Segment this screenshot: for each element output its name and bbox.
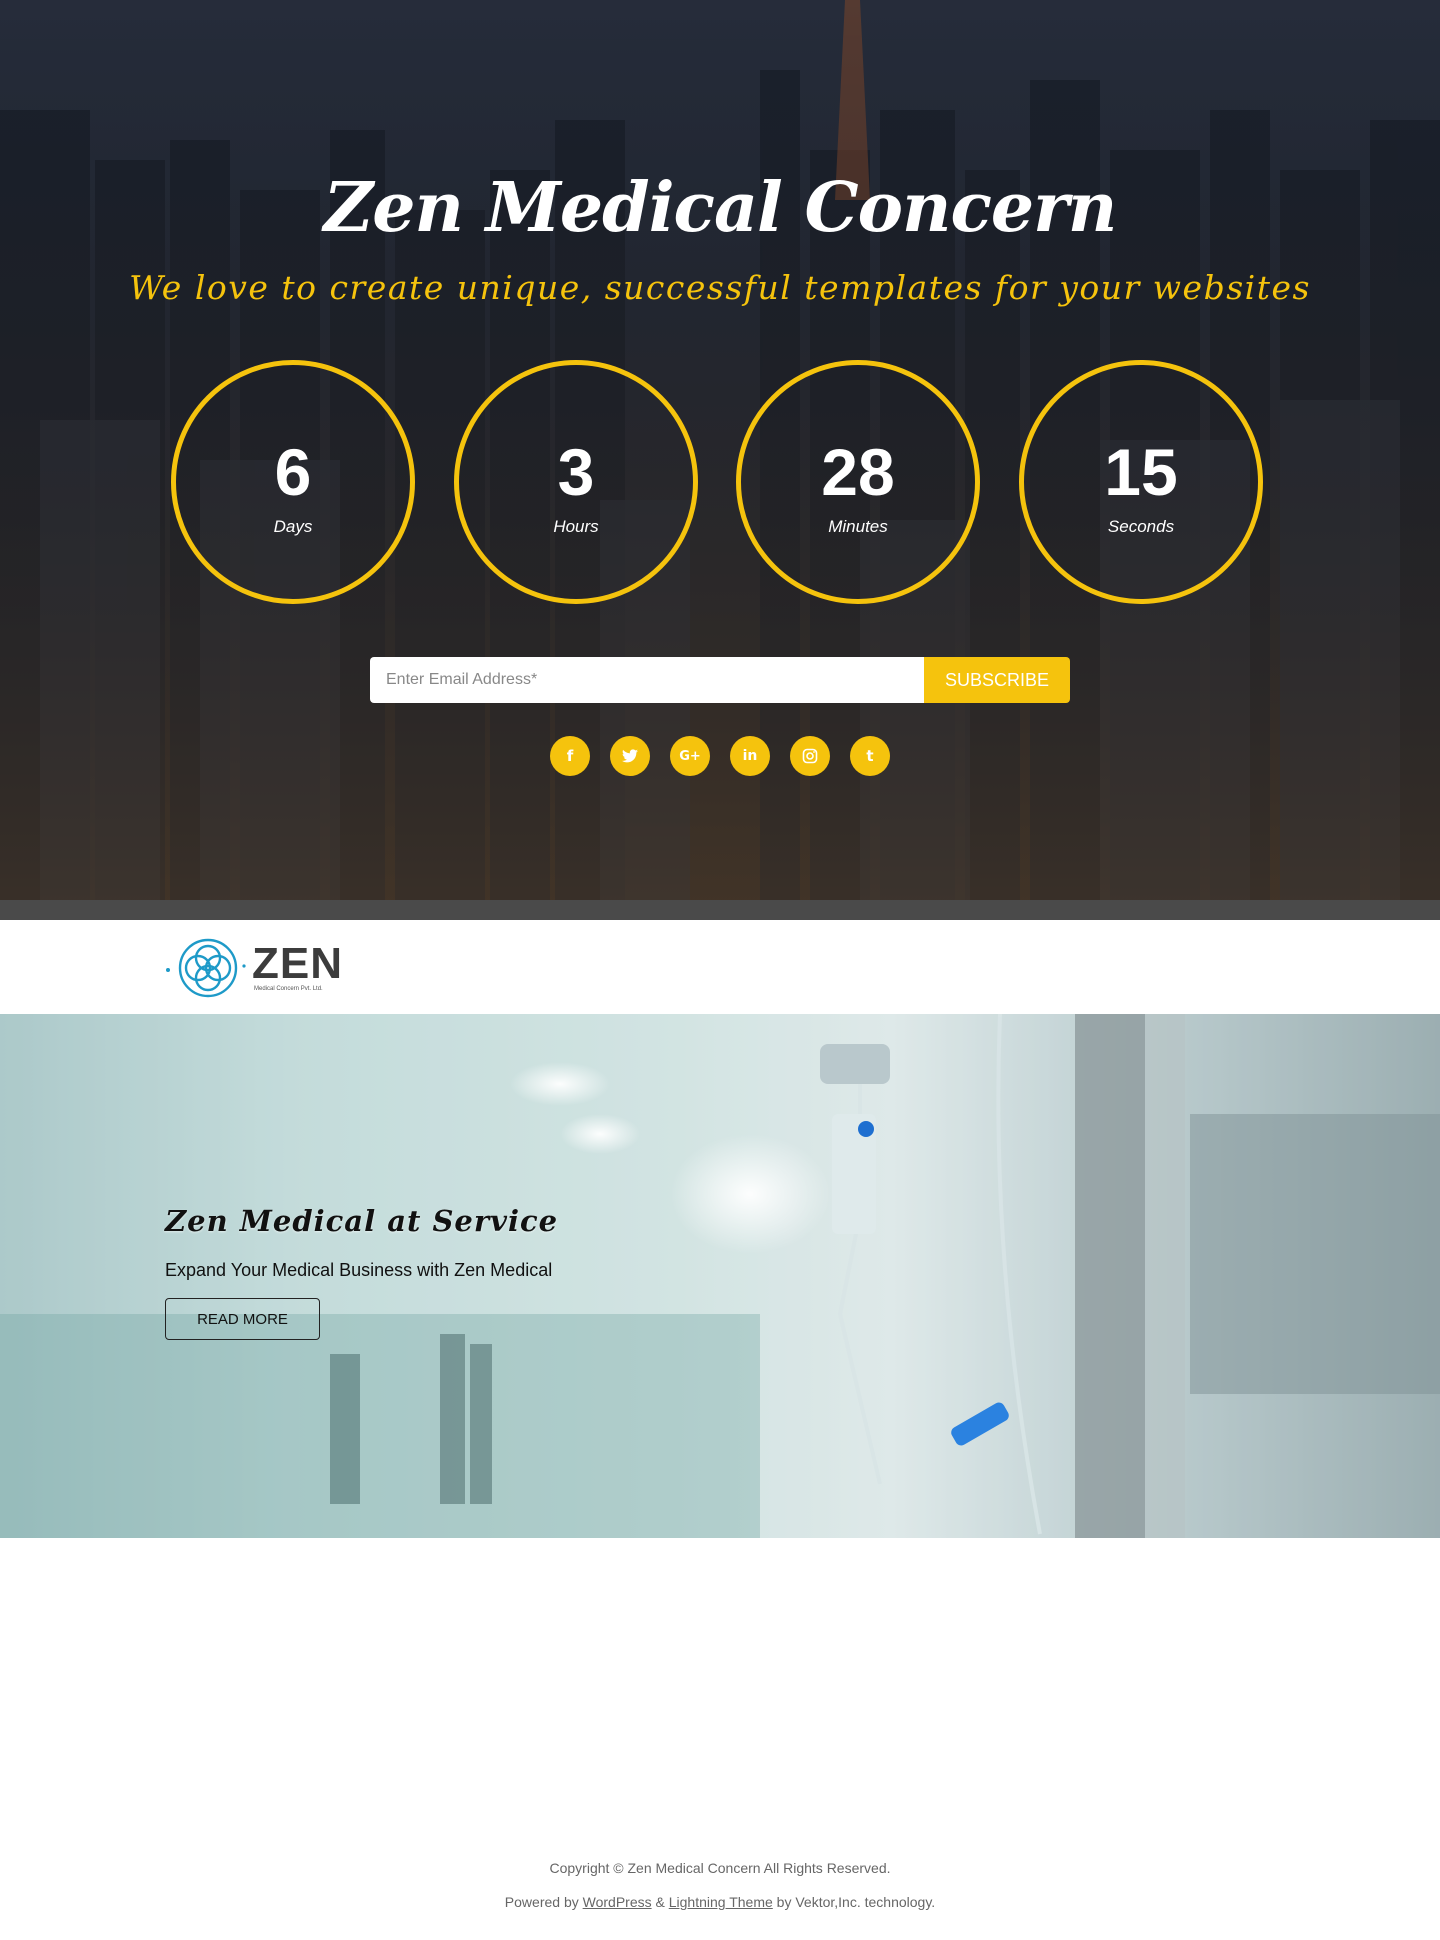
countdown-hours-value: 3 bbox=[557, 435, 595, 509]
footer-copyright: Copyright © Zen Medical Concern All Righ… bbox=[549, 1860, 891, 1876]
instagram-camera-icon bbox=[802, 748, 818, 764]
hero-slider: Zen Medical at Service Expand Your Medic… bbox=[0, 1014, 1440, 1538]
countdown-seconds-value: 15 bbox=[1104, 435, 1178, 509]
instagram-icon[interactable] bbox=[790, 736, 830, 776]
logo-subtitle: Medical Concern Pvt. Ltd. bbox=[254, 986, 323, 992]
countdown-minutes-label: Minutes bbox=[828, 517, 888, 536]
read-more-button[interactable]: READ MORE bbox=[165, 1298, 320, 1340]
powered-prefix: Powered by bbox=[504, 1894, 583, 1910]
countdown-seconds: 15 Seconds bbox=[1019, 360, 1263, 604]
hero-bottom-bar bbox=[0, 900, 1440, 920]
zen-logo-mark-icon bbox=[166, 938, 246, 998]
email-input[interactable] bbox=[370, 657, 924, 703]
subscribe-button[interactable]: SUBSCRIBE bbox=[924, 657, 1070, 703]
tumblr-icon[interactable]: t bbox=[850, 736, 890, 776]
slide-subtitle: Expand Your Medical Business with Zen Me… bbox=[165, 1260, 553, 1280]
powered-amp: & bbox=[651, 1894, 669, 1910]
site-logo[interactable]: ZEN Medical Concern Pvt. Ltd. bbox=[164, 936, 344, 1000]
countdown-minutes: 28 Minutes bbox=[736, 360, 980, 604]
facebook-icon[interactable]: f bbox=[550, 736, 590, 776]
logo-wordmark: ZEN bbox=[252, 939, 343, 988]
countdown-minutes-value: 28 bbox=[821, 435, 895, 509]
wordpress-link[interactable]: WordPress bbox=[583, 1894, 652, 1910]
countdown-days-value: 6 bbox=[274, 435, 312, 509]
hero-tagline: We love to create unique, successful tem… bbox=[129, 268, 1311, 307]
hero-section: Zen Medical Concern We love to create un… bbox=[0, 0, 1440, 900]
countdown-days: 6 Days bbox=[171, 360, 415, 604]
slide-title: Zen Medical at Service bbox=[165, 1204, 559, 1238]
lightning-theme-link[interactable]: Lightning Theme bbox=[669, 1894, 773, 1910]
countdown-seconds-label: Seconds bbox=[1107, 517, 1175, 536]
twitter-bird-icon bbox=[622, 749, 638, 763]
powered-suffix: by Vektor,Inc. technology. bbox=[772, 1894, 936, 1910]
hero-title: Zen Medical Concern bbox=[323, 168, 1118, 248]
countdown-days-label: Days bbox=[273, 517, 313, 536]
countdown-hours-label: Hours bbox=[553, 517, 599, 536]
linkedin-icon[interactable]: in bbox=[730, 736, 770, 776]
footer-powered-by: Powered by WordPress & Lightning Theme b… bbox=[0, 1894, 1440, 1910]
countdown-hours: 3 Hours bbox=[454, 360, 698, 604]
twitter-icon[interactable] bbox=[610, 736, 650, 776]
subscribe-form: SUBSCRIBE bbox=[370, 657, 1070, 703]
site-header: ZEN Medical Concern Pvt. Ltd. bbox=[0, 920, 1440, 1015]
google-plus-icon[interactable]: G+ bbox=[670, 736, 710, 776]
